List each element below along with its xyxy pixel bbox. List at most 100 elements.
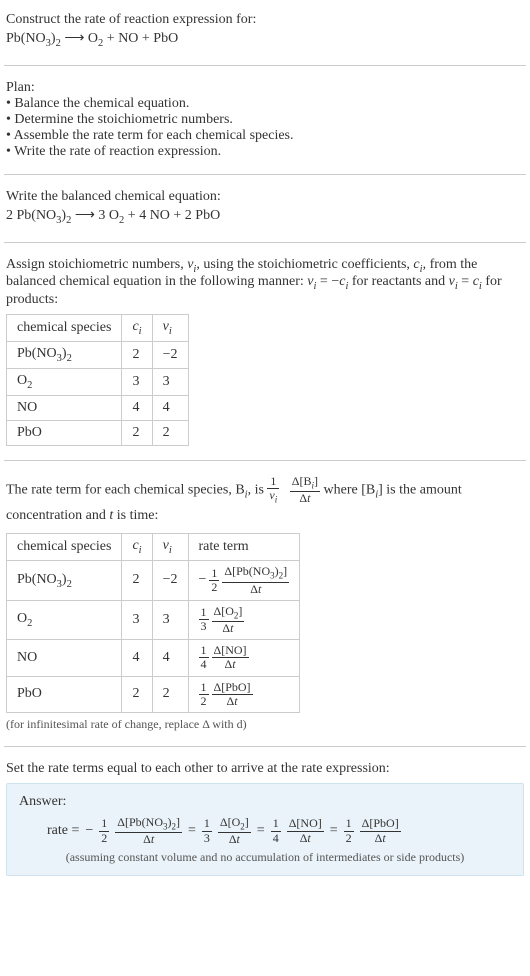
intro-equation: Pb(NO3)2 ⟶ O2 + NO + PbO bbox=[6, 30, 524, 49]
cell-species: PbO bbox=[7, 420, 122, 445]
rateterm-note: (for infinitesimal rate of change, repla… bbox=[6, 717, 524, 732]
text: + 4 NO + 2 PbO bbox=[124, 208, 220, 223]
plan-item: • Assemble the rate term for each chemic… bbox=[6, 128, 524, 144]
fraction: 12 bbox=[99, 817, 109, 844]
fraction: Δ[PbO] Δt bbox=[212, 681, 253, 708]
fraction: 13 bbox=[199, 606, 209, 633]
final-section: Set the rate terms equal to each other t… bbox=[4, 755, 526, 882]
stoich-table: chemical species ci νi Pb(NO3)2 2 −2 O2 … bbox=[6, 314, 189, 445]
denominator: Δt bbox=[218, 833, 251, 846]
var-t: t bbox=[382, 831, 385, 845]
col-vi: νi bbox=[152, 534, 188, 561]
intro-lhs: Pb(NO3)2 bbox=[6, 31, 61, 46]
sub: 2 bbox=[27, 618, 32, 629]
cell-vi: 2 bbox=[152, 420, 188, 445]
denominator: 4 bbox=[199, 658, 209, 671]
text: O bbox=[88, 31, 98, 46]
cell-vi: 4 bbox=[152, 640, 188, 676]
cell-ci: 2 bbox=[122, 676, 152, 712]
fraction: Δ[PbO] Δt bbox=[360, 817, 401, 844]
divider bbox=[4, 242, 526, 243]
fraction: Δ[Pb(NO3)2] Δt bbox=[115, 816, 182, 846]
fraction: 12 bbox=[209, 567, 219, 594]
col-species: chemical species bbox=[7, 315, 122, 342]
cell-ci: 2 bbox=[122, 341, 152, 368]
bal-lhs: 2 Pb(NO3)2 bbox=[6, 208, 71, 223]
numerator: 1 bbox=[271, 817, 281, 831]
denominator: 2 bbox=[199, 695, 209, 708]
cell-vi: 2 bbox=[152, 676, 188, 712]
cell-rate: 12 Δ[PbO] Δt bbox=[188, 676, 300, 712]
sub: 2 bbox=[67, 353, 72, 364]
text: Δ[B bbox=[292, 474, 312, 488]
text: + NO + PbO bbox=[103, 31, 178, 46]
text: The rate term for each chemical species,… bbox=[6, 482, 245, 497]
numerator: Δ[NO] bbox=[212, 644, 249, 658]
plan-item: • Write the rate of reaction expression. bbox=[6, 144, 524, 160]
text: O bbox=[17, 611, 27, 626]
rateterm-paragraph: The rate term for each chemical species,… bbox=[6, 475, 524, 528]
var-t: t bbox=[307, 831, 310, 845]
cell-ci: 3 bbox=[122, 368, 152, 395]
text: 2 Pb(NO bbox=[6, 208, 56, 223]
cell-species: O2 bbox=[7, 600, 122, 639]
cell-vi: 4 bbox=[152, 395, 188, 420]
fraction: 1 νi bbox=[267, 475, 279, 505]
answer-box: Answer: rate = − 12 Δ[Pb(NO3)2] Δt = 13 … bbox=[6, 783, 524, 876]
table-row: Pb(NO3)2 2 −2 − 12 Δ[Pb(NO3)2] Δt bbox=[7, 561, 300, 600]
plan-heading: Plan: bbox=[6, 80, 524, 96]
denominator: νi bbox=[267, 489, 279, 505]
numerator: Δ[Pb(NO3)2] bbox=[222, 565, 289, 582]
cell-rate: − 12 Δ[Pb(NO3)2] Δt bbox=[188, 561, 300, 600]
cell-species: O2 bbox=[7, 368, 122, 395]
cell-species: Pb(NO3)2 bbox=[7, 561, 122, 600]
cell-ci: 2 bbox=[122, 561, 152, 600]
answer-label: Answer: bbox=[19, 794, 511, 810]
cell-species: PbO bbox=[7, 676, 122, 712]
assign-section: Assign stoichiometric numbers, νi, using… bbox=[4, 251, 526, 452]
var-t: t bbox=[307, 491, 310, 505]
var-t: t bbox=[234, 694, 237, 708]
denominator: Δt bbox=[222, 583, 289, 596]
var-t: t bbox=[258, 582, 261, 596]
balanced-heading: Write the balanced chemical equation: bbox=[6, 189, 524, 205]
cell-ci: 4 bbox=[122, 640, 152, 676]
fraction: 12 bbox=[199, 681, 209, 708]
text: , using the stoichiometric coefficients, bbox=[196, 257, 413, 272]
table-row: O2 3 3 13 Δ[O2] Δt bbox=[7, 600, 300, 639]
table-row: Pb(NO3)2 2 −2 bbox=[7, 341, 189, 368]
numerator: 1 bbox=[99, 817, 109, 831]
numerator: Δ[Pb(NO3)2] bbox=[115, 816, 182, 833]
text: Δ[O bbox=[220, 815, 240, 829]
denominator: Δt bbox=[360, 832, 401, 845]
text: rate = bbox=[47, 823, 79, 839]
minus-sign: − bbox=[85, 823, 93, 839]
cell-ci: 4 bbox=[122, 395, 152, 420]
text: Δ[O bbox=[214, 604, 234, 618]
sub: 2 bbox=[27, 380, 32, 391]
intro-line1: Construct the rate of reaction expressio… bbox=[6, 12, 524, 28]
fraction: 14 bbox=[199, 644, 209, 671]
divider bbox=[4, 460, 526, 461]
col-species: chemical species bbox=[7, 534, 122, 561]
text: Δ bbox=[299, 491, 307, 505]
assign-paragraph: Assign stoichiometric numbers, νi, using… bbox=[6, 257, 524, 309]
balanced-section: Write the balanced chemical equation: 2 … bbox=[4, 183, 526, 234]
balanced-equation: 2 Pb(NO3)2 ⟶ 3 O2 + 4 NO + 2 PbO bbox=[6, 207, 524, 226]
col-vi: νi bbox=[152, 315, 188, 342]
text: ] bbox=[238, 604, 242, 618]
text: is time: bbox=[113, 508, 158, 523]
numerator: 1 bbox=[199, 606, 209, 620]
var-t: t bbox=[230, 621, 233, 635]
table-row: NO 4 4 bbox=[7, 395, 189, 420]
denominator: 2 bbox=[344, 832, 354, 845]
denominator: 3 bbox=[199, 620, 209, 633]
plan-section: Plan: • Balance the chemical equation. •… bbox=[4, 74, 526, 166]
denominator: Δt bbox=[287, 832, 324, 845]
table-row: PbO 2 2 bbox=[7, 420, 189, 445]
rateterm-table: chemical species ci νi rate term Pb(NO3)… bbox=[6, 533, 300, 712]
fraction: 13 bbox=[202, 817, 212, 844]
numerator: 1 bbox=[267, 475, 279, 489]
cell-rate: 13 Δ[O2] Δt bbox=[188, 600, 300, 639]
cell-vi: −2 bbox=[152, 341, 188, 368]
